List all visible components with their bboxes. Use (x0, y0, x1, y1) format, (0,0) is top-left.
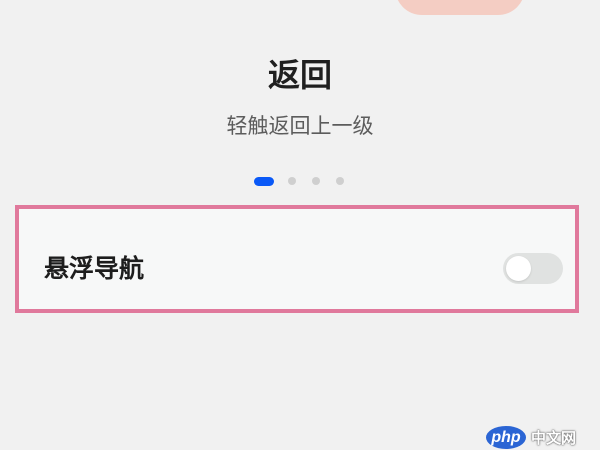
page-indicator-dot-3[interactable] (312, 177, 320, 185)
guide-subtitle: 轻触返回上一级 (226, 114, 374, 138)
page-indicator-dot-2[interactable] (288, 177, 296, 185)
toggle-knob (506, 256, 531, 281)
php-logo-icon: php (486, 426, 526, 449)
floating-navigation-label: 悬浮导航 (44, 254, 145, 283)
hand-illustration (395, 0, 525, 15)
page-indicator-dot-1[interactable] (254, 176, 274, 186)
watermark-text: 中文网 (531, 428, 577, 447)
site-watermark: php 中文网 (486, 426, 576, 449)
guide-title: 返回 (267, 56, 332, 94)
page-indicator-dot-4[interactable] (336, 177, 344, 185)
floating-navigation-setting-row[interactable]: 悬浮导航 (15, 205, 579, 313)
page-indicator (254, 176, 344, 186)
floating-navigation-toggle[interactable] (503, 253, 563, 284)
